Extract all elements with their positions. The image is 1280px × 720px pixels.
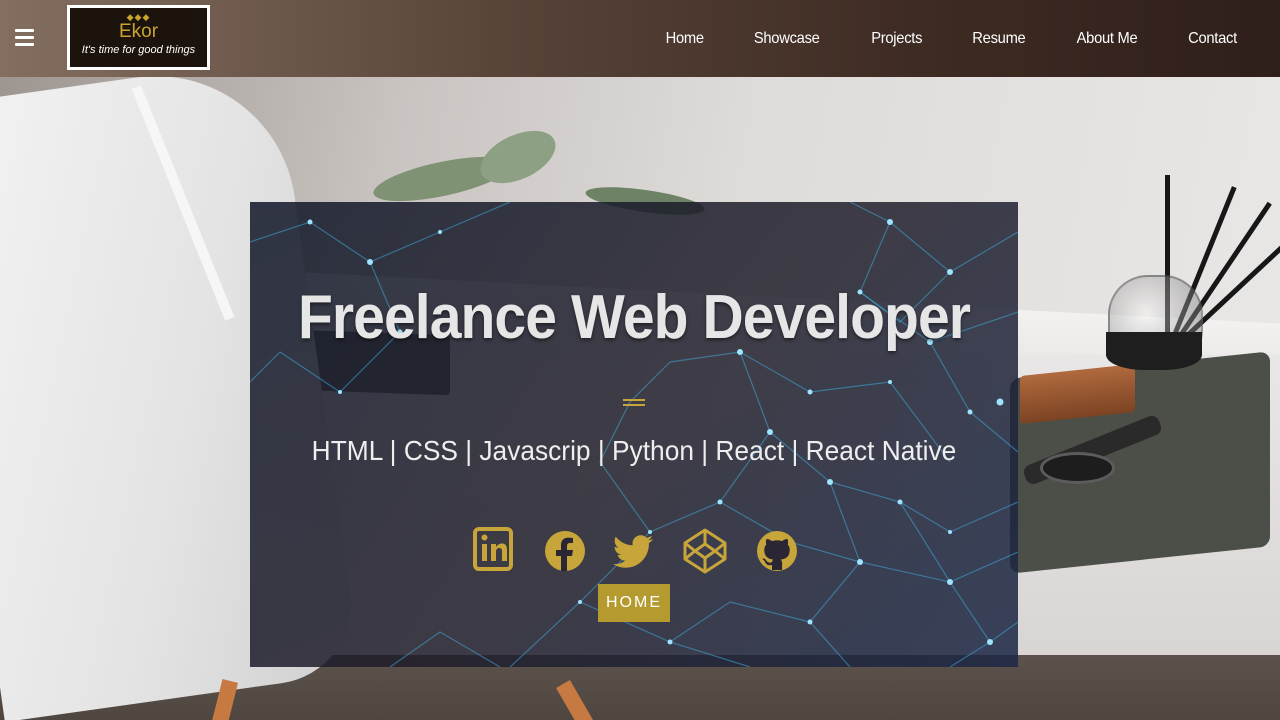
top-navbar: ◆◆◆ Ekor It's time for good things Home …	[0, 0, 1280, 77]
logo-name: Ekor	[118, 21, 159, 42]
hero-panel: Freelance Web Developer HTML | CSS | Jav…	[250, 202, 1018, 667]
linkedin-icon[interactable]	[473, 525, 517, 577]
hero-title: Freelance Web Developer	[297, 283, 971, 352]
skills-list: HTML | CSS | Javascrip | Python | React …	[311, 435, 957, 466]
title-divider	[623, 399, 645, 406]
nav-about-me[interactable]: About Me	[1077, 30, 1138, 48]
nav-resume[interactable]: Resume	[972, 30, 1025, 48]
codepen-icon[interactable]	[683, 525, 727, 577]
nav-home[interactable]: Home	[665, 30, 703, 48]
nav-showcase[interactable]: Showcase	[754, 30, 820, 48]
logo-tagline: It's time for good things	[81, 44, 196, 56]
facebook-icon[interactable]	[543, 525, 587, 577]
github-icon[interactable]	[755, 525, 799, 577]
main-nav: Home Showcase Projects Resume About Me C…	[618, 0, 1239, 77]
twitter-icon[interactable]	[611, 525, 655, 577]
nav-projects[interactable]: Projects	[871, 30, 922, 48]
home-button[interactable]: HOME	[598, 584, 670, 622]
logo[interactable]: ◆◆◆ Ekor It's time for good things	[67, 5, 210, 70]
nav-contact[interactable]: Contact	[1188, 30, 1237, 48]
menu-icon[interactable]	[15, 29, 34, 46]
social-links	[473, 525, 803, 577]
